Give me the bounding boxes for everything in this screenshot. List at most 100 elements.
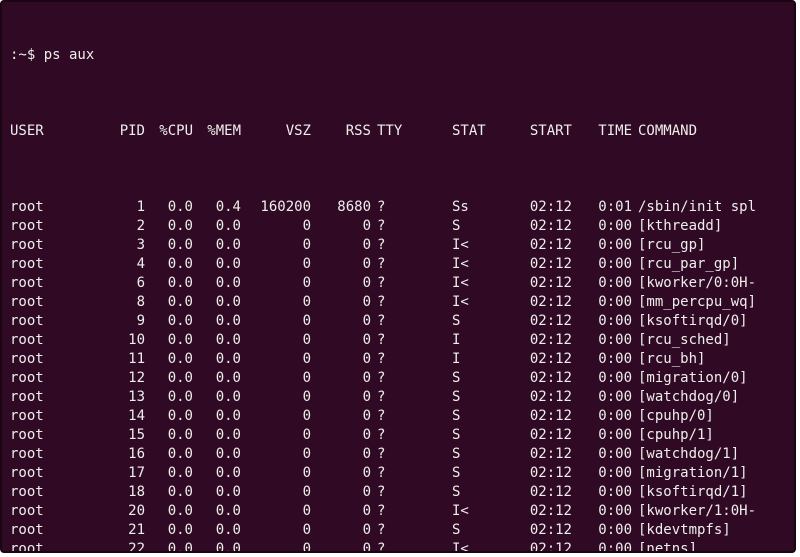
- process-row: root180.00.000?S02:120:00[ksoftirqd/1]: [10, 483, 786, 502]
- cell-vsz: 0: [241, 483, 311, 502]
- cell-pid: 16: [90, 445, 145, 464]
- cell-cmd: [kdevtmpfs]: [632, 521, 786, 540]
- cell-stat: S: [422, 521, 512, 540]
- cell-time: 0:00: [572, 502, 632, 521]
- cell-cpu: 0.0: [145, 445, 193, 464]
- cell-start: 02:12: [512, 540, 572, 553]
- cell-pid: 18: [90, 483, 145, 502]
- cell-user: root: [10, 540, 90, 553]
- cell-stat: S: [422, 312, 512, 331]
- typed-command: ps aux: [44, 47, 95, 63]
- cell-mem: 0.0: [193, 426, 241, 445]
- cell-pid: 3: [90, 236, 145, 255]
- cell-rss: 0: [311, 236, 371, 255]
- cell-start: 02:12: [512, 217, 572, 236]
- cell-start: 02:12: [512, 388, 572, 407]
- cell-time: 0:00: [572, 255, 632, 274]
- cell-mem: 0.0: [193, 388, 241, 407]
- cell-rss: 0: [311, 426, 371, 445]
- cell-stat: S: [422, 369, 512, 388]
- process-list: root10.00.41602008680?Ss02:120:01/sbin/i…: [10, 198, 786, 553]
- cell-cpu: 0.0: [145, 236, 193, 255]
- header-tty: TTY: [371, 122, 422, 141]
- cell-stat: S: [422, 407, 512, 426]
- cell-cpu: 0.0: [145, 464, 193, 483]
- cell-cmd: [watchdog/1]: [632, 445, 786, 464]
- cell-start: 02:12: [512, 521, 572, 540]
- terminal-window[interactable]: :~$ ps aux USER PID %CPU %MEM VSZ RSS TT…: [0, 0, 796, 553]
- process-row: root150.00.000?S02:120:00[cpuhp/1]: [10, 426, 786, 445]
- cell-user: root: [10, 407, 90, 426]
- cell-pid: 14: [90, 407, 145, 426]
- process-row: root140.00.000?S02:120:00[cpuhp/0]: [10, 407, 786, 426]
- cell-cpu: 0.0: [145, 350, 193, 369]
- header-user: USER: [10, 122, 90, 141]
- cell-cpu: 0.0: [145, 369, 193, 388]
- cell-rss: 0: [311, 274, 371, 293]
- cell-rss: 0: [311, 407, 371, 426]
- header-stat: STAT: [422, 122, 512, 141]
- cell-stat: I<: [422, 293, 512, 312]
- cell-stat: I<: [422, 274, 512, 293]
- cell-start: 02:12: [512, 198, 572, 217]
- cell-time: 0:00: [572, 236, 632, 255]
- cell-mem: 0.0: [193, 445, 241, 464]
- cell-cpu: 0.0: [145, 426, 193, 445]
- cell-rss: 0: [311, 388, 371, 407]
- process-row: root20.00.000?S02:120:00[kthreadd]: [10, 217, 786, 236]
- cell-cmd: [rcu_sched]: [632, 331, 786, 350]
- cell-stat: I: [422, 331, 512, 350]
- cell-start: 02:12: [512, 331, 572, 350]
- cell-tty: ?: [371, 312, 422, 331]
- cell-start: 02:12: [512, 236, 572, 255]
- cell-cpu: 0.0: [145, 540, 193, 553]
- cell-tty: ?: [371, 445, 422, 464]
- cell-stat: I<: [422, 540, 512, 553]
- cell-user: root: [10, 502, 90, 521]
- cell-cpu: 0.0: [145, 198, 193, 217]
- cell-rss: 0: [311, 331, 371, 350]
- cell-tty: ?: [371, 274, 422, 293]
- cell-cmd: [rcu_bh]: [632, 350, 786, 369]
- cell-mem: 0.4: [193, 198, 241, 217]
- cell-cpu: 0.0: [145, 407, 193, 426]
- cell-cmd: [migration/1]: [632, 464, 786, 483]
- cell-time: 0:00: [572, 369, 632, 388]
- header-time: TIME: [572, 122, 632, 141]
- cell-rss: 0: [311, 369, 371, 388]
- process-row: root120.00.000?S02:120:00[migration/0]: [10, 369, 786, 388]
- cell-rss: 0: [311, 521, 371, 540]
- cell-rss: 0: [311, 350, 371, 369]
- cell-mem: 0.0: [193, 236, 241, 255]
- cell-cmd: [migration/0]: [632, 369, 786, 388]
- cell-vsz: 0: [241, 312, 311, 331]
- cell-cmd: [cpuhp/0]: [632, 407, 786, 426]
- cell-cpu: 0.0: [145, 255, 193, 274]
- cell-start: 02:12: [512, 483, 572, 502]
- cell-stat: I<: [422, 502, 512, 521]
- cell-pid: 11: [90, 350, 145, 369]
- cell-time: 0:00: [572, 464, 632, 483]
- cell-rss: 0: [311, 217, 371, 236]
- cell-mem: 0.0: [193, 483, 241, 502]
- cell-cmd: [cpuhp/1]: [632, 426, 786, 445]
- cell-user: root: [10, 274, 90, 293]
- cell-start: 02:12: [512, 369, 572, 388]
- cell-start: 02:12: [512, 293, 572, 312]
- cell-tty: ?: [371, 369, 422, 388]
- cell-time: 0:00: [572, 521, 632, 540]
- cell-user: root: [10, 388, 90, 407]
- cell-stat: I<: [422, 255, 512, 274]
- cell-start: 02:12: [512, 255, 572, 274]
- cell-cpu: 0.0: [145, 502, 193, 521]
- cell-time: 0:00: [572, 407, 632, 426]
- cell-rss: 8680: [311, 198, 371, 217]
- cell-user: root: [10, 331, 90, 350]
- cell-pid: 1: [90, 198, 145, 217]
- cell-time: 0:00: [572, 540, 632, 553]
- cell-start: 02:12: [512, 426, 572, 445]
- cell-tty: ?: [371, 255, 422, 274]
- cell-mem: 0.0: [193, 217, 241, 236]
- cell-mem: 0.0: [193, 464, 241, 483]
- header-vsz: VSZ: [241, 122, 311, 141]
